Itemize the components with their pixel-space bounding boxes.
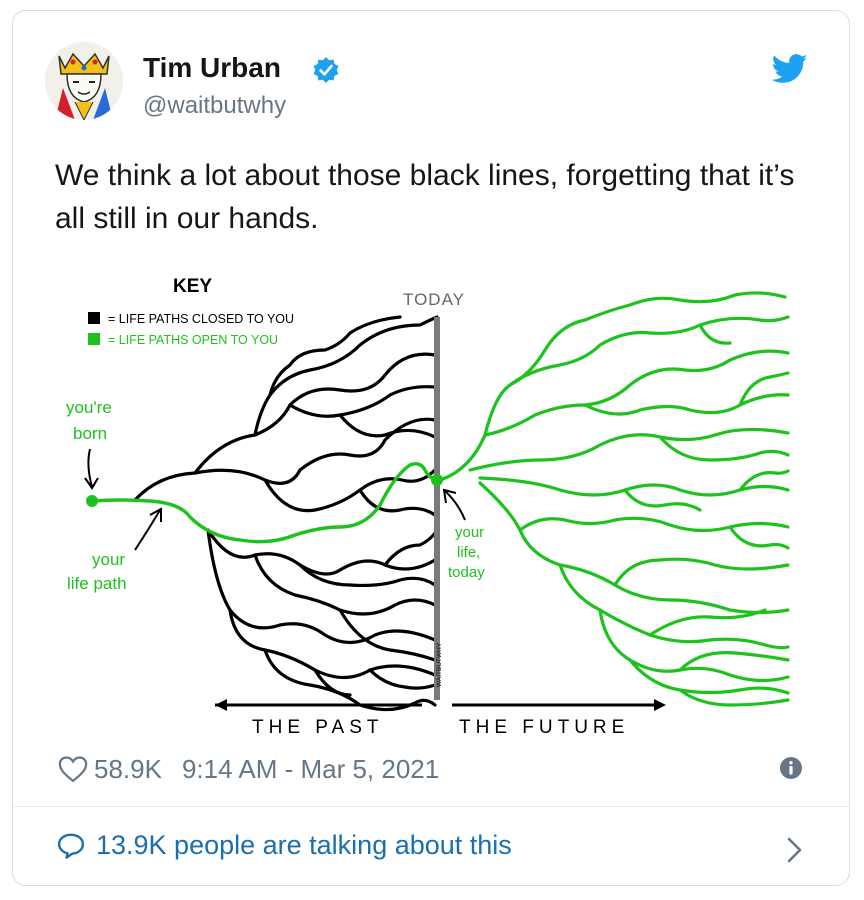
artist-signature: WAITBUTWHY [436, 642, 443, 687]
path-label-line2: life path [67, 574, 127, 593]
conversation-link[interactable]: 13.9K people are talking about this [56, 830, 512, 861]
author-name[interactable]: Tim Urban [143, 52, 281, 84]
born-arrow [84, 448, 99, 490]
heart-icon[interactable] [58, 755, 88, 783]
chevron-right-icon[interactable] [786, 836, 804, 864]
king-card-avatar-icon [45, 42, 123, 120]
avatar[interactable] [45, 42, 123, 120]
today-life-line1: your [455, 524, 484, 541]
birth-dot [86, 495, 98, 507]
like-count[interactable]: 58.9K [94, 754, 162, 785]
future-label: THE FUTURE [459, 717, 629, 738]
key-open-swatch [88, 333, 100, 345]
key-title: KEY [173, 276, 212, 297]
path-arrow [134, 507, 162, 551]
tweet-meta: 58.9K 9:14 AM - Mar 5, 2021 [58, 752, 439, 786]
key-closed-swatch [88, 312, 100, 324]
today-life-line2: life, [457, 544, 480, 561]
speech-bubble-icon [57, 833, 85, 859]
born-label-line2: born [73, 424, 107, 443]
past-label: THE PAST [252, 717, 384, 738]
key-open-label: = LIFE PATHS OPEN TO YOU [108, 333, 278, 347]
divider [12, 806, 850, 807]
life-paths-illustration[interactable]: KEY = LIFE PATHS CLOSED TO YOU = LIFE PA… [40, 265, 820, 755]
past-arrowhead [215, 699, 227, 711]
closed-paths [133, 315, 439, 712]
today-dot [431, 474, 443, 486]
born-label-line1: you're [66, 398, 112, 417]
info-icon[interactable] [779, 756, 803, 780]
tweet-text: We think a lot about those black lines, … [55, 159, 795, 235]
open-paths [438, 291, 790, 707]
key-closed-label: = LIFE PATHS CLOSED TO YOU [108, 312, 294, 326]
verified-badge-icon [313, 57, 339, 83]
today-life-line3: today [448, 564, 485, 581]
today-label: TODAY [403, 290, 465, 309]
your-life-path [91, 462, 442, 544]
future-arrowhead [654, 699, 666, 711]
conversation-label[interactable]: 13.9K people are talking about this [96, 830, 512, 861]
twitter-bird-icon[interactable] [772, 54, 808, 84]
today-arrow [442, 488, 466, 521]
timestamp[interactable]: 9:14 AM - Mar 5, 2021 [182, 754, 439, 785]
path-label-line1: your [92, 550, 125, 569]
author-handle[interactable]: @waitbutwhy [143, 92, 286, 120]
